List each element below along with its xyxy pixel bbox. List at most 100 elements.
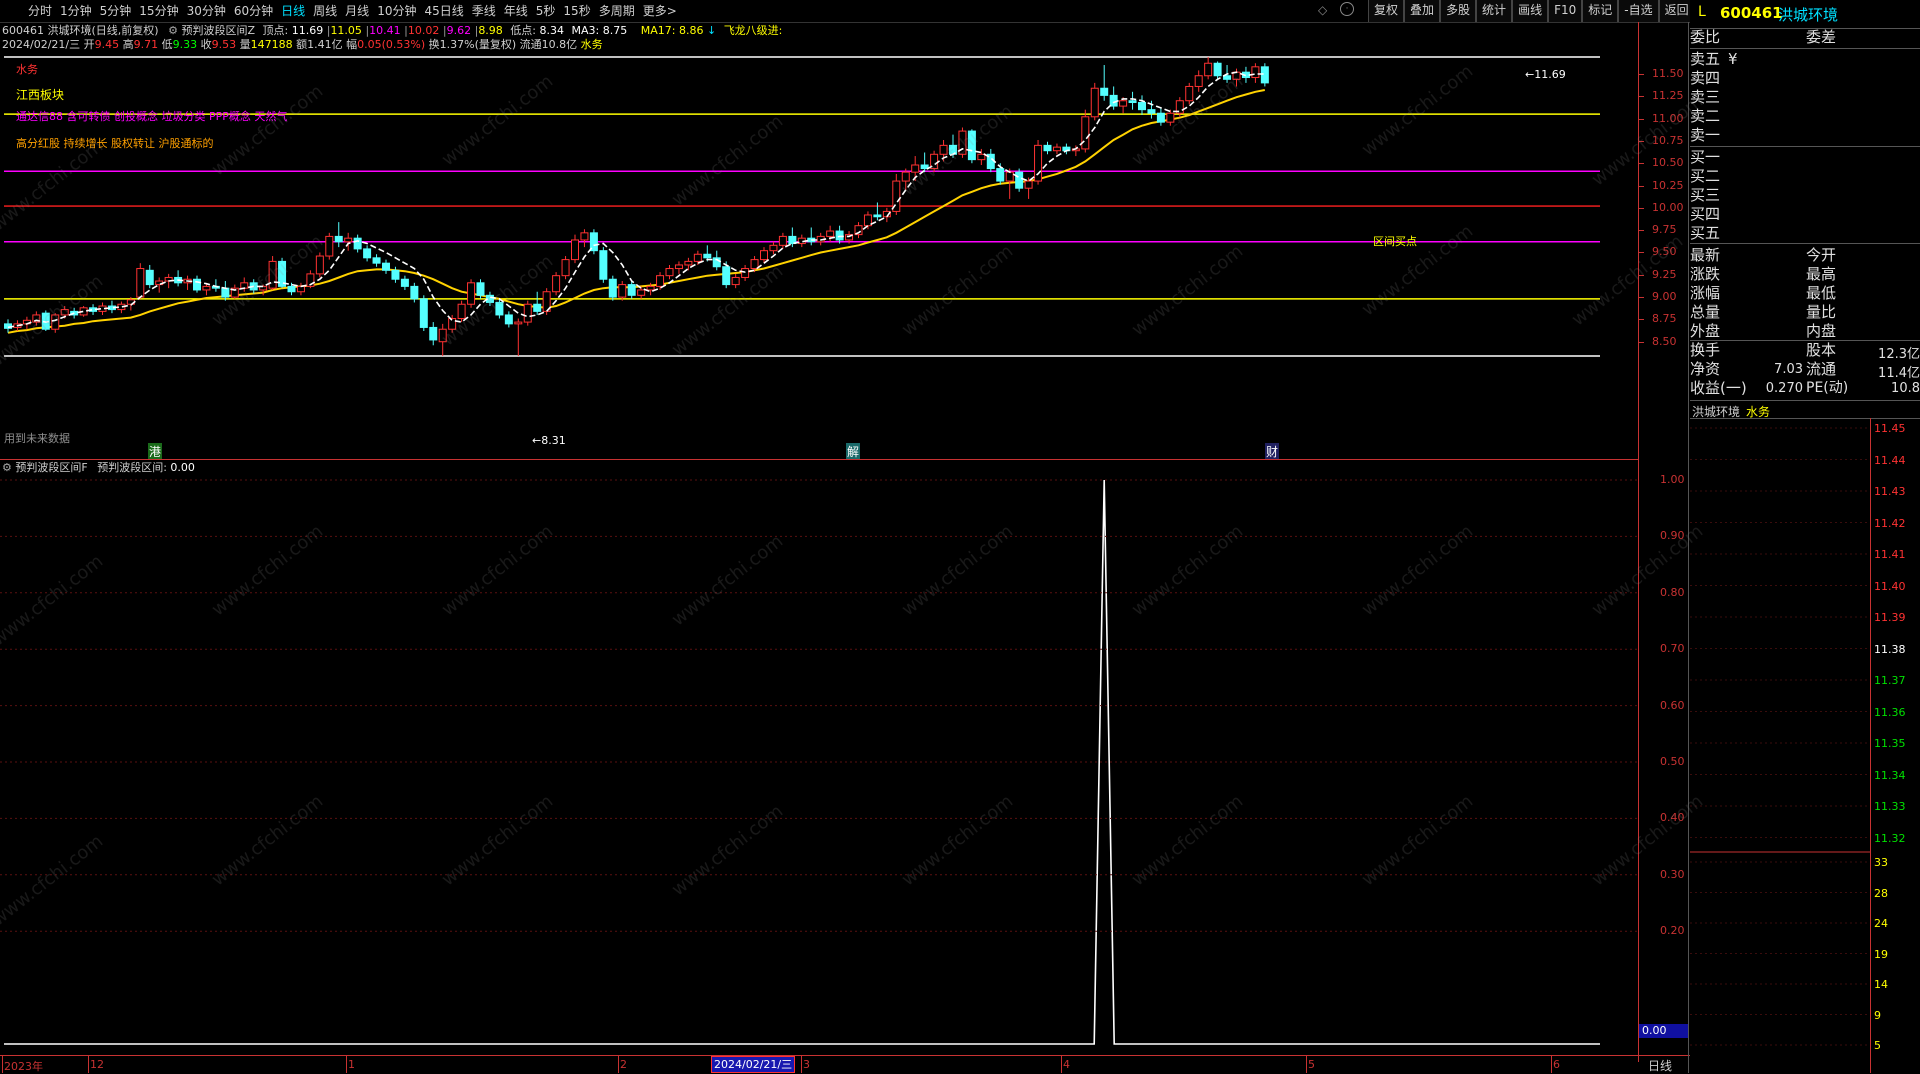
- candle[interactable]: [589, 229, 598, 255]
- period-tab-3[interactable]: 15分钟: [135, 0, 182, 22]
- function-button-3[interactable]: 统计: [1476, 0, 1513, 22]
- candle[interactable]: [230, 284, 239, 299]
- function-button-6[interactable]: 标记: [1582, 0, 1619, 22]
- candlestick-chart[interactable]: [0, 52, 1640, 372]
- candle[interactable]: [1185, 82, 1194, 105]
- candle[interactable]: [854, 222, 863, 239]
- candle[interactable]: [372, 254, 381, 267]
- period-tab-6[interactable]: 日线: [277, 0, 309, 22]
- period-tab-9[interactable]: 10分钟: [373, 0, 420, 22]
- candle[interactable]: [1043, 141, 1052, 155]
- candle[interactable]: [202, 283, 211, 296]
- candle[interactable]: [400, 275, 409, 290]
- period-indicator[interactable]: 日线: [1648, 1057, 1672, 1074]
- function-button-5[interactable]: F10: [1548, 0, 1583, 22]
- candle[interactable]: [967, 129, 976, 164]
- candle[interactable]: [315, 252, 324, 278]
- period-tab-12[interactable]: 年线: [500, 0, 532, 22]
- indicator-name[interactable]: 预判波段区间Z: [181, 24, 255, 37]
- candle[interactable]: [1204, 57, 1213, 80]
- candle[interactable]: [1090, 82, 1099, 121]
- candle[interactable]: [882, 207, 891, 223]
- period-tab-0[interactable]: 分时: [24, 0, 56, 22]
- candle[interactable]: [155, 277, 164, 293]
- candle[interactable]: [457, 300, 466, 323]
- candle[interactable]: [363, 245, 372, 262]
- candle[interactable]: [571, 234, 579, 264]
- period-tab-8[interactable]: 月线: [341, 0, 373, 22]
- candle[interactable]: [1071, 145, 1080, 157]
- clock-icon[interactable]: ·: [1340, 2, 1354, 16]
- candle[interactable]: [1232, 68, 1241, 87]
- candle[interactable]: [145, 264, 154, 289]
- event-marker-finance[interactable]: 财: [1265, 443, 1280, 460]
- period-tab-14[interactable]: 15秒: [559, 0, 594, 22]
- candle[interactable]: [382, 259, 390, 274]
- function-button-0[interactable]: 复权: [1368, 0, 1405, 22]
- candle[interactable]: [1251, 63, 1260, 83]
- candle[interactable]: [1156, 107, 1165, 126]
- candle[interactable]: [174, 270, 183, 287]
- candle[interactable]: [835, 225, 844, 244]
- candle[interactable]: [438, 323, 447, 356]
- candle[interactable]: [268, 256, 277, 290]
- candle[interactable]: [419, 295, 428, 332]
- candle[interactable]: [429, 322, 438, 346]
- candle[interactable]: [552, 272, 561, 296]
- candle[interactable]: [1213, 61, 1222, 80]
- candle[interactable]: [136, 263, 145, 299]
- candle[interactable]: [221, 281, 230, 301]
- event-marker-unlock[interactable]: 解: [846, 443, 861, 460]
- candle[interactable]: [608, 275, 617, 301]
- candle[interactable]: [958, 127, 967, 158]
- settings-icon[interactable]: ⚙: [168, 24, 178, 37]
- period-tab-4[interactable]: 30分钟: [183, 0, 230, 22]
- candle[interactable]: [1015, 168, 1024, 192]
- candle[interactable]: [51, 313, 60, 333]
- candle[interactable]: [1100, 65, 1109, 101]
- function-button-4[interactable]: 画线: [1512, 0, 1549, 22]
- candle[interactable]: [741, 264, 750, 282]
- candle[interactable]: [240, 277, 249, 292]
- candle[interactable]: [1194, 70, 1203, 92]
- function-button-7[interactable]: -自选: [1618, 0, 1659, 22]
- candle[interactable]: [514, 318, 523, 356]
- candle[interactable]: [826, 225, 835, 242]
- candle[interactable]: [1166, 109, 1175, 126]
- period-tab-10[interactable]: 45日线: [420, 0, 467, 22]
- candle[interactable]: [580, 229, 589, 248]
- candle[interactable]: [325, 232, 334, 260]
- candle[interactable]: [731, 273, 740, 289]
- candle[interactable]: [334, 222, 343, 248]
- candle[interactable]: [892, 173, 901, 215]
- candle[interactable]: [1128, 91, 1137, 110]
- candle[interactable]: [665, 264, 674, 280]
- candle[interactable]: [344, 232, 353, 251]
- candle[interactable]: [1138, 95, 1146, 116]
- period-tab-13[interactable]: 5秒: [532, 0, 560, 22]
- candle[interactable]: [637, 286, 646, 299]
- candle[interactable]: [533, 291, 542, 315]
- candle[interactable]: [561, 256, 570, 280]
- period-tab-16[interactable]: 更多>: [639, 0, 681, 22]
- function-button-1[interactable]: 叠加: [1404, 0, 1441, 22]
- sub-indicator-chart[interactable]: [0, 470, 1640, 1060]
- candle[interactable]: [1260, 63, 1269, 87]
- period-tab-15[interactable]: 多周期: [595, 0, 639, 22]
- candle[interactable]: [467, 279, 476, 308]
- period-tab-11[interactable]: 季线: [468, 0, 500, 22]
- candle[interactable]: [4, 319, 12, 333]
- candle[interactable]: [306, 270, 315, 289]
- candle[interactable]: [618, 281, 627, 301]
- stock-name[interactable]: 洪城环境: [1778, 4, 1838, 25]
- candle[interactable]: [41, 310, 50, 332]
- candle[interactable]: [1109, 86, 1118, 110]
- candle[interactable]: [32, 311, 41, 326]
- candle[interactable]: [873, 202, 882, 221]
- candle[interactable]: [1034, 140, 1043, 185]
- candle[interactable]: [674, 261, 683, 274]
- candle[interactable]: [769, 241, 778, 255]
- period-tab-2[interactable]: 5分钟: [96, 0, 136, 22]
- candle[interactable]: [117, 301, 126, 314]
- candle[interactable]: [523, 300, 532, 326]
